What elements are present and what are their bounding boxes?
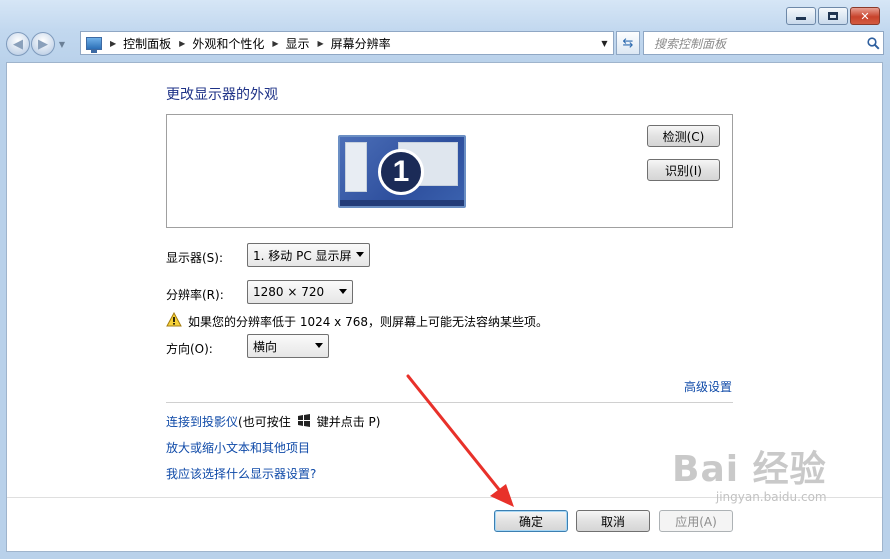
detect-button[interactable]: 检测(C) [647, 125, 720, 147]
chevron-right-icon[interactable]: ▶ [272, 39, 278, 48]
back-button[interactable]: ◀ [6, 32, 30, 56]
address-dropdown-icon[interactable]: ▼ [595, 32, 613, 54]
forward-button[interactable]: ▶ [31, 32, 55, 56]
chevron-down-icon [339, 289, 347, 294]
chevron-right-icon[interactable]: ▶ [110, 39, 116, 48]
warning-text: 如果您的分辨率低于 1024 x 768，则屏幕上可能无法容纳某些项。 [188, 314, 548, 329]
close-button[interactable]: ✕ [850, 7, 880, 25]
ok-button[interactable]: 确定 [494, 510, 568, 532]
resolution-label: 分辨率(R): [166, 288, 224, 302]
chevron-right-icon[interactable]: ▶ [318, 39, 324, 48]
monitor-thumbnail-window [345, 142, 367, 192]
close-icon: ✕ [860, 9, 870, 23]
caption-buttons: ✕ [786, 7, 880, 25]
chevron-down-icon [356, 252, 364, 257]
minimize-button[interactable] [786, 7, 816, 25]
windows-key-icon [297, 413, 311, 430]
refresh-button[interactable]: ⇆ [616, 31, 640, 55]
footer-divider [7, 497, 882, 498]
projector-line: 连接到投影仪 (也可按住 键并点击 P) [166, 413, 380, 430]
address-bar[interactable]: ▶ 控制面板 ▶ 外观和个性化 ▶ 显示 ▶ 屏幕分辨率 ▼ [80, 31, 614, 55]
resolution-select[interactable]: 1280 × 720 [247, 280, 353, 304]
page-title: 更改显示器的外观 [166, 87, 278, 103]
search-input[interactable]: 搜索控制面板 [654, 35, 863, 52]
projector-hint-suffix: 键并点击 P) [316, 415, 381, 429]
monitor-thumbnail-taskbar [340, 200, 464, 206]
control-panel-icon [86, 36, 102, 53]
apply-button[interactable]: 应用(A) [659, 510, 733, 532]
display-select-value: 1. 移动 PC 显示屏 [253, 248, 352, 263]
orientation-select-value: 横向 [253, 339, 278, 354]
monitor-number: 1 [378, 149, 424, 195]
resolution-select-value: 1280 × 720 [253, 285, 325, 299]
navigation-bar: ◀ ▶ ▼ ▶ 控制面板 ▶ 外观和个性化 ▶ 显示 ▶ 屏幕分辨率 ▼ ⇆ 搜… [6, 31, 884, 57]
identify-button[interactable]: 识别(I) [647, 159, 720, 181]
orientation-label: 方向(O): [166, 342, 213, 356]
breadcrumb-screen-resolution[interactable]: 屏幕分辨率 [331, 35, 391, 52]
window-frame: ✕ ◀ ▶ ▼ ▶ 控制面板 ▶ 外观和个性化 ▶ 显示 ▶ 屏幕分辨率 ▼ ⇆… [0, 0, 890, 559]
section-divider [166, 402, 733, 403]
advanced-settings-link[interactable]: 高级设置 [684, 378, 732, 395]
breadcrumb-display[interactable]: 显示 [286, 35, 310, 52]
display-select[interactable]: 1. 移动 PC 显示屏 [247, 243, 370, 267]
connect-projector-link[interactable]: 连接到投影仪 [166, 413, 238, 430]
display-settings-help-link[interactable]: 我应该选择什么显示器设置? [166, 465, 316, 482]
display-preview-area: 1 检测(C) 识别(I) [166, 114, 733, 228]
refresh-icon: ⇆ [622, 35, 634, 51]
orientation-select[interactable]: 横向 [247, 334, 329, 358]
breadcrumb-appearance[interactable]: 外观和个性化 [192, 35, 264, 52]
search-icon[interactable] [863, 36, 883, 50]
minimize-icon [796, 16, 806, 20]
content-pane: 更改显示器的外观 1 检测(C) 识别(I) 显示器(S): 1. 移动 PC … [6, 62, 883, 552]
search-box[interactable]: 搜索控制面板 [643, 31, 884, 55]
monitor-icon[interactable]: 1 [338, 135, 466, 208]
maximize-button[interactable] [818, 7, 848, 25]
cancel-button[interactable]: 取消 [576, 510, 650, 532]
chevron-down-icon [315, 343, 323, 348]
recent-pages-dropdown[interactable]: ▼ [56, 40, 68, 49]
text-size-link[interactable]: 放大或缩小文本和其他项目 [166, 439, 310, 456]
back-arrow-icon: ◀ [13, 36, 23, 52]
chevron-right-icon[interactable]: ▶ [179, 39, 185, 48]
projector-hint-prefix: (也可按住 [238, 415, 291, 429]
forward-arrow-icon: ▶ [38, 36, 48, 52]
maximize-icon [828, 12, 838, 20]
resolution-warning: 如果您的分辨率低于 1024 x 768，则屏幕上可能无法容纳某些项。 [166, 311, 548, 330]
breadcrumb-control-panel[interactable]: 控制面板 [123, 35, 171, 52]
warning-icon [166, 311, 182, 330]
display-label: 显示器(S): [166, 251, 224, 265]
